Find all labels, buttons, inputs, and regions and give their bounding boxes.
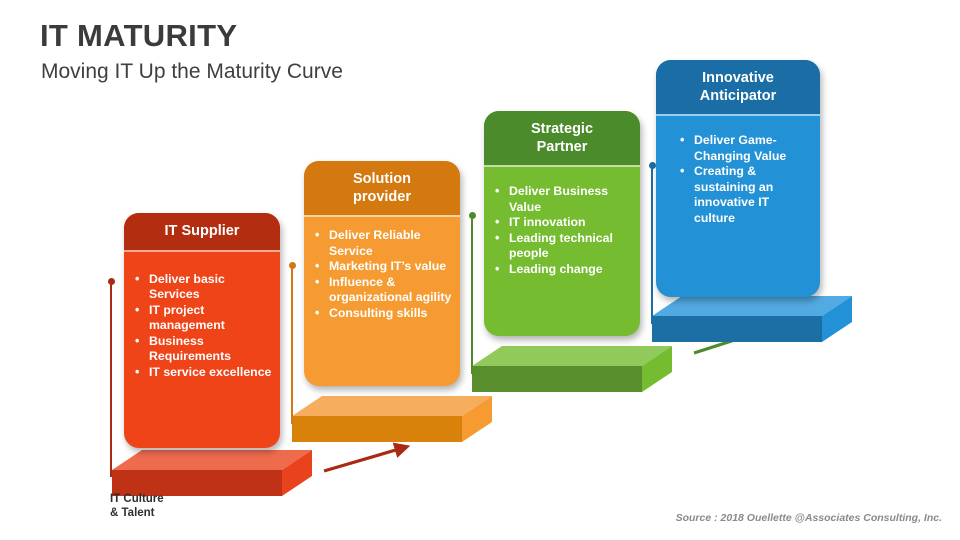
connector-dot [648,162,656,169]
stage-card-body: Deliver basic Services IT project manage… [124,252,280,381]
stage-card-body: Deliver Reliable Service Marketing IT’s … [304,217,460,322]
page-title: IT MATURITY [40,18,238,53]
list-item: Deliver Business Value [493,184,632,215]
platform-shape [292,396,492,442]
slide-canvas: IT MATURITY Moving IT Up the Maturity Cu… [0,0,960,540]
bullet-list: Deliver Business Value IT innovation Lea… [493,184,632,278]
stage-card-strategic-partner[interactable]: Strategic Partner Deliver Business Value… [484,111,640,336]
list-item: Deliver Reliable Service [313,228,452,259]
stage-card-body: Deliver Business Value IT innovation Lea… [484,167,640,278]
stage-card-innovative-anticipator[interactable]: Innovative Anticipator Deliver Game-Chan… [656,60,820,297]
bullet-list: Deliver Game-Changing Value Creating & s… [678,133,810,227]
list-item: Marketing IT’s value [313,259,452,275]
list-item: Leading change [493,262,632,278]
bullet-list: Deliver basic Services IT project manage… [133,272,272,381]
connector-dot [107,278,115,285]
source-note: Source : 2018 Ouellette @Associates Cons… [675,512,942,524]
bullet-list: Deliver Reliable Service Marketing IT’s … [313,228,452,322]
platform-it-supplier [112,448,312,498]
list-item: Deliver basic Services [133,272,272,303]
list-item: IT service excellence [133,365,272,381]
connector-stem-green-left [468,212,476,374]
stage-card-body: Deliver Game-Changing Value Creating & s… [656,116,820,227]
stage-card-title: IT Supplier [124,213,280,250]
list-item: Influence & organizational agility [313,275,452,306]
platform-shape [652,296,852,342]
list-item: IT innovation [493,215,632,231]
platform-solution-provider [292,394,492,444]
connector-stem-blue-left [648,162,656,324]
list-item: Creating & sustaining an innovative IT c… [678,164,810,226]
stage-card-title: Strategic Partner [484,111,640,165]
stage-card-title: Solution provider [304,161,460,215]
platform-shape [112,450,312,496]
page-subtitle: Moving IT Up the Maturity Curve [41,60,343,83]
list-item: IT project management [133,303,272,334]
connector-dot [288,262,296,269]
list-item: Business Requirements [133,334,272,365]
list-item: Consulting skills [313,306,452,322]
stage-card-solution-provider[interactable]: Solution provider Deliver Reliable Servi… [304,161,460,386]
stage-card-it-supplier[interactable]: IT Supplier Deliver basic Services IT pr… [124,213,280,448]
connector-stem-red-left [107,278,115,477]
arrow-step1-to-step2 [323,442,411,473]
connector-dot [468,212,476,219]
list-item: Leading technical people [493,231,632,262]
platform-strategic-partner [472,344,672,394]
stage-card-title: Innovative Anticipator [656,60,820,114]
platform-innovative-anticipator [652,294,852,344]
connector-stem-orange-left [288,262,296,424]
base-label: IT Culture & Talent [110,493,164,519]
platform-shape [472,346,672,392]
list-item: Deliver Game-Changing Value [678,133,810,164]
